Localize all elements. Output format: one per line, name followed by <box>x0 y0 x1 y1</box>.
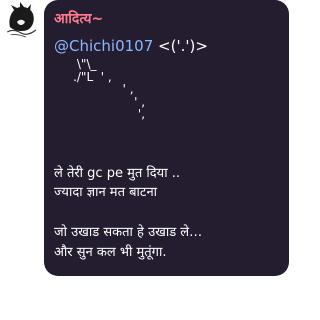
message-line: ज्यादा ज्ञान मत बाटना <box>54 185 158 200</box>
user-mention[interactable]: @Chichi0107 <box>54 37 153 55</box>
message-line: और सुन कल भी मुतूंगा. <box>54 245 167 260</box>
message-bubble[interactable]: आदित्य~ @Chichi0107 <('.')> \"\_ ./"L ' … <box>44 0 289 276</box>
message-line: ले तेरी gc pe मुत दिया .. <box>54 166 180 181</box>
sender-avatar[interactable] <box>2 0 40 38</box>
sender-name[interactable]: आदित्य~ <box>54 9 103 28</box>
emoticon: <('.')> <box>158 37 208 55</box>
message-line: जो उखाड सकता हे उखाड ले… <box>54 225 203 240</box>
chat-view: आदित्य~ @Chichi0107 <('.')> \"\_ ./"L ' … <box>0 0 289 320</box>
mention-line: @Chichi0107 <('.')> <box>54 37 208 55</box>
ascii-art-line: ', <box>54 107 146 121</box>
sketch-character-icon <box>2 0 40 38</box>
ascii-art: \"\_ ./"L ' , ' , ' , ', <box>54 58 145 121</box>
